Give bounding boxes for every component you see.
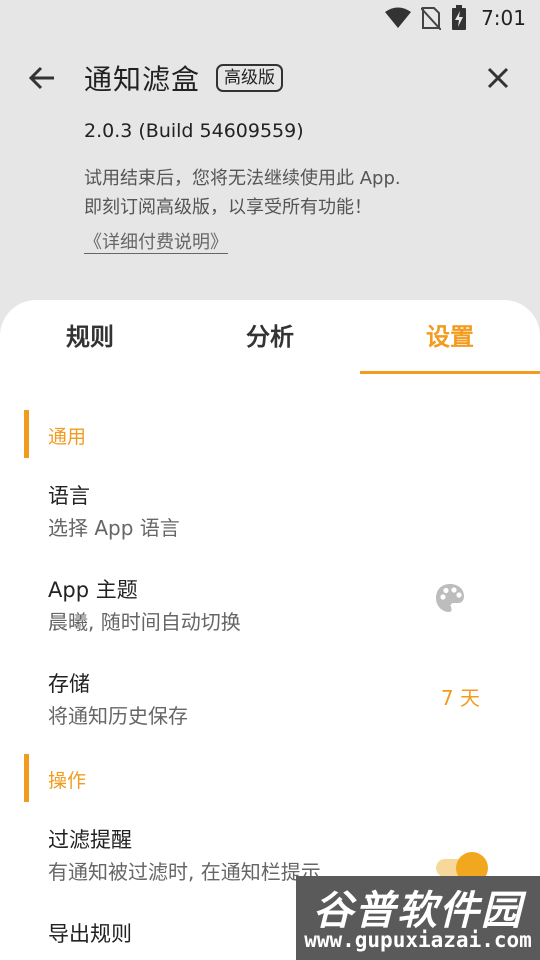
tab-analysis[interactable]: 分析 <box>180 300 360 374</box>
section-accent-bar <box>24 754 29 802</box>
pref-title: 导出规则 <box>48 922 132 946</box>
pricing-details-link[interactable]: 《详细付费说明》 <box>84 228 228 254</box>
pref-title: 存储 <box>48 672 90 696</box>
pref-summary: 晨曦, 随时间自动切换 <box>48 610 241 634</box>
palette-icon <box>436 584 464 612</box>
pref-title: 语言 <box>48 484 90 508</box>
pref-summary: 选择 App 语言 <box>48 516 180 540</box>
pref-app-theme[interactable]: App 主题 晨曦, 随时间自动切换 <box>0 552 540 646</box>
pref-title: App 主题 <box>48 578 138 602</box>
close-button[interactable] <box>480 60 516 96</box>
version-text: 2.0.3 (Build 54609559) <box>84 120 304 142</box>
trial-notice-line1: 试用结束后，您将无法继续使用此 App. <box>84 168 401 189</box>
trial-info: 2.0.3 (Build 54609559) 试用结束后，您将无法继续使用此 A… <box>84 120 524 254</box>
app-title: 通知滤盒 <box>84 63 201 96</box>
battery-charging-icon <box>452 5 467 30</box>
watermark-url: www.gupuxiazai.com <box>304 928 532 952</box>
tab-bar: 规则 分析 设置 <box>0 300 540 374</box>
wifi-icon <box>385 7 412 28</box>
pro-badge: 高级版 <box>216 64 283 92</box>
trial-notice: 试用结束后，您将无法继续使用此 App. 即刻订阅高级版，以享受所有功能！ <box>84 164 524 222</box>
tab-indicator <box>360 371 540 374</box>
section-header-actions: 操作 <box>0 754 540 802</box>
pref-storage[interactable]: 存储 将通知历史保存 7 天 <box>0 646 540 740</box>
section-accent-bar <box>24 410 29 458</box>
section-label: 通用 <box>48 426 87 448</box>
close-icon <box>487 67 509 89</box>
settings-sheet: 规则 分析 设置 通用 语言 选择 App 语言 App 主题 晨曦, 随时间自… <box>0 300 540 960</box>
status-time: 7:01 <box>481 6 526 30</box>
status-bar: 7:01 <box>0 0 540 36</box>
pref-title: 过滤提醒 <box>48 828 132 852</box>
tab-settings[interactable]: 设置 <box>360 300 540 374</box>
back-button[interactable] <box>24 60 60 96</box>
section-label: 操作 <box>48 770 87 792</box>
app-header: 通知滤盒 高级版 <box>0 36 540 120</box>
trial-notice-line2: 即刻订阅高级版，以享受所有功能！ <box>84 197 372 218</box>
no-sim-icon <box>421 7 442 30</box>
tab-rules[interactable]: 规则 <box>0 300 180 374</box>
watermark: 谷普软件园 www.gupuxiazai.com <box>296 876 540 960</box>
pref-language[interactable]: 语言 选择 App 语言 <box>0 458 540 552</box>
pref-summary: 有通知被过滤时, 在通知栏提示 <box>48 860 321 884</box>
storage-value: 7 天 <box>440 686 480 710</box>
pref-summary: 将通知历史保存 <box>48 704 188 728</box>
section-header-general: 通用 <box>0 410 540 458</box>
arrow-back-icon <box>28 66 54 90</box>
